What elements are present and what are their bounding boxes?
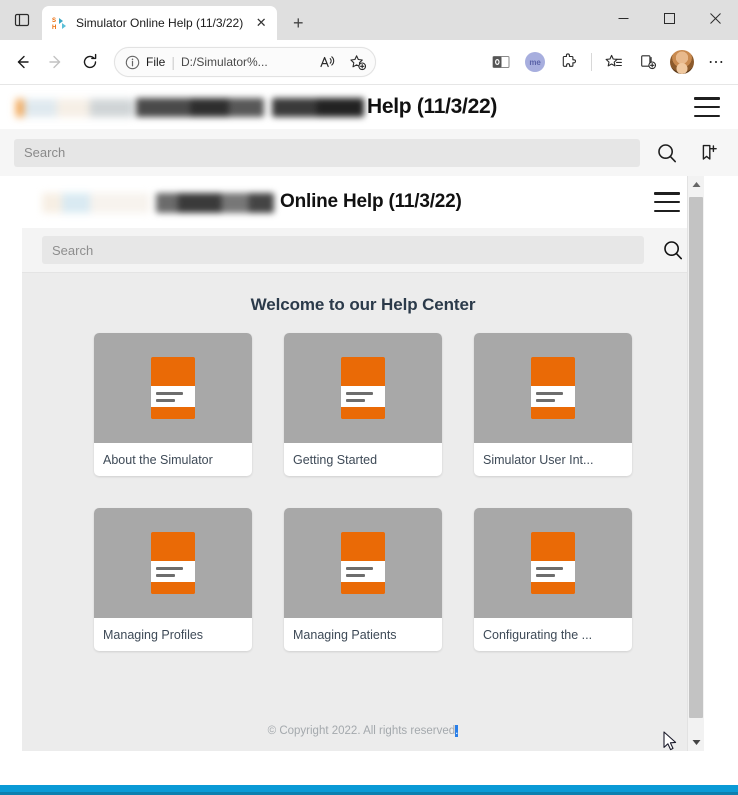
add-favorite-star-icon[interactable] xyxy=(345,50,369,74)
content-viewport: Online Help (11/3/22) Welcome to our Hel… xyxy=(0,176,738,768)
hamburger-menu-icon-inner[interactable] xyxy=(652,189,682,215)
card-thumbnail xyxy=(94,508,252,618)
browser-toolbar: File | D:/Simulator%... xyxy=(0,40,738,85)
logo-redaction-chip-inner xyxy=(42,193,150,213)
browser-tab-strip: S H Simulator Online Help (11/3/22) ✕ + xyxy=(0,0,738,40)
simulator-favicon-icon: S H xyxy=(52,15,68,31)
help-topic-card[interactable]: About the Simulator xyxy=(94,333,252,476)
close-tab-icon[interactable]: ✕ xyxy=(251,13,271,33)
copyright-footer: © Copyright 2022. All rights reserved. xyxy=(22,725,704,737)
outer-header-title: Help (11/3/22) xyxy=(367,95,497,119)
hamburger-menu-icon[interactable] xyxy=(692,94,722,120)
reload-icon[interactable] xyxy=(74,46,106,78)
extensions-puzzle-icon[interactable] xyxy=(553,46,585,78)
redacted-word-online xyxy=(272,98,364,117)
scrollbar-thumb[interactable] xyxy=(689,197,703,718)
card-thumbnail xyxy=(474,333,632,443)
close-window-button[interactable] xyxy=(692,0,738,36)
browser-toolbar-actions: me ⋯ xyxy=(485,46,732,78)
card-label: Managing Patients xyxy=(284,618,442,651)
outer-search-bar xyxy=(0,129,738,176)
inner-search-input[interactable] xyxy=(42,236,644,264)
svg-text:S: S xyxy=(52,18,56,24)
new-tab-button[interactable]: + xyxy=(283,8,313,38)
card-label-text: Managing Profiles xyxy=(103,628,243,642)
browser-tab[interactable]: S H Simulator Online Help (11/3/22) ✕ xyxy=(42,6,277,40)
document-icon xyxy=(151,532,195,594)
search-input[interactable] xyxy=(14,139,640,167)
me-badge-label: me xyxy=(525,52,545,72)
document-icon xyxy=(531,532,575,594)
selected-text: . xyxy=(455,725,458,737)
logo-redaction-chip xyxy=(16,99,134,117)
read-aloud-icon[interactable] xyxy=(315,50,339,74)
address-separator: | xyxy=(171,54,175,70)
card-thumbnail xyxy=(94,333,252,443)
forward-arrow-icon[interactable] xyxy=(40,46,72,78)
add-bookmark-icon[interactable] xyxy=(694,138,724,168)
window-controls xyxy=(600,0,738,36)
scroll-up-arrow[interactable] xyxy=(688,176,704,193)
card-label-text: Configurating the ... xyxy=(483,628,623,642)
maximize-window-button[interactable] xyxy=(646,0,692,36)
address-url-text[interactable]: D:/Simulator%... xyxy=(181,55,309,69)
inner-help-header: Online Help (11/3/22) xyxy=(22,176,704,228)
card-label: Simulator User Int... xyxy=(474,443,632,476)
me-profile-icon[interactable]: me xyxy=(519,46,551,78)
inner-header-title: Online Help (11/3/22) xyxy=(280,191,462,213)
card-label-text: Simulator User Int... xyxy=(483,453,623,467)
svg-text:H: H xyxy=(52,25,56,31)
back-arrow-icon[interactable] xyxy=(6,46,38,78)
blurred-company-logo-inner xyxy=(42,193,274,215)
card-label-text: Managing Patients xyxy=(293,628,433,642)
page-scrollbar[interactable] xyxy=(687,176,704,751)
redacted-word-simulator-inner xyxy=(156,193,274,213)
copyright-text: © Copyright 2022. All rights reserved xyxy=(268,725,455,737)
help-topic-card[interactable]: Configurating the ... xyxy=(474,508,632,651)
address-scheme-label: File xyxy=(146,55,165,69)
help-topic-card[interactable]: Managing Patients xyxy=(284,508,442,651)
card-thumbnail xyxy=(474,508,632,618)
help-center-body: Welcome to our Help Center About the Sim… xyxy=(22,273,704,751)
document-icon xyxy=(151,357,195,419)
address-bar[interactable]: File | D:/Simulator%... xyxy=(114,47,376,77)
card-thumbnail xyxy=(284,333,442,443)
outlook-icon[interactable] xyxy=(485,46,517,78)
outer-help-header: Help (11/3/22) xyxy=(0,85,738,129)
help-topic-card[interactable]: Managing Profiles xyxy=(94,508,252,651)
profile-avatar[interactable] xyxy=(666,46,698,78)
redacted-word-simulator xyxy=(136,98,264,117)
help-topic-grid: About the Simulator Getting Started xyxy=(22,333,704,651)
toolbar-divider xyxy=(591,53,592,71)
help-topic-card[interactable]: Simulator User Int... xyxy=(474,333,632,476)
card-label: Configurating the ... xyxy=(474,618,632,651)
bottom-accent-bar xyxy=(0,785,738,795)
card-label: About the Simulator xyxy=(94,443,252,476)
info-circle-icon[interactable] xyxy=(125,55,140,70)
browser-tab-title: Simulator Online Help (11/3/22) xyxy=(76,16,243,30)
card-label-text: Getting Started xyxy=(293,453,433,467)
help-topic-card[interactable]: Getting Started xyxy=(284,333,442,476)
document-icon xyxy=(531,357,575,419)
blurred-company-logo xyxy=(16,98,364,120)
card-label-text: About the Simulator xyxy=(103,453,243,467)
embedded-help-page: Online Help (11/3/22) Welcome to our Hel… xyxy=(22,176,704,751)
scrollbar-track[interactable] xyxy=(688,193,704,734)
card-thumbnail xyxy=(284,508,442,618)
settings-more-icon[interactable]: ⋯ xyxy=(700,46,732,78)
search-icon[interactable] xyxy=(652,138,682,168)
page-title: Welcome to our Help Center xyxy=(22,295,704,315)
avatar xyxy=(670,50,694,74)
favorites-icon[interactable] xyxy=(598,46,630,78)
card-label: Managing Profiles xyxy=(94,618,252,651)
card-label: Getting Started xyxy=(284,443,442,476)
minimize-window-button[interactable] xyxy=(600,0,646,36)
collections-icon[interactable] xyxy=(632,46,664,78)
inner-search-icon[interactable] xyxy=(658,235,688,265)
tab-list-icon[interactable] xyxy=(4,3,40,37)
inner-search-bar xyxy=(22,228,704,273)
document-icon xyxy=(341,357,385,419)
document-icon xyxy=(341,532,385,594)
scroll-down-arrow[interactable] xyxy=(688,734,704,751)
